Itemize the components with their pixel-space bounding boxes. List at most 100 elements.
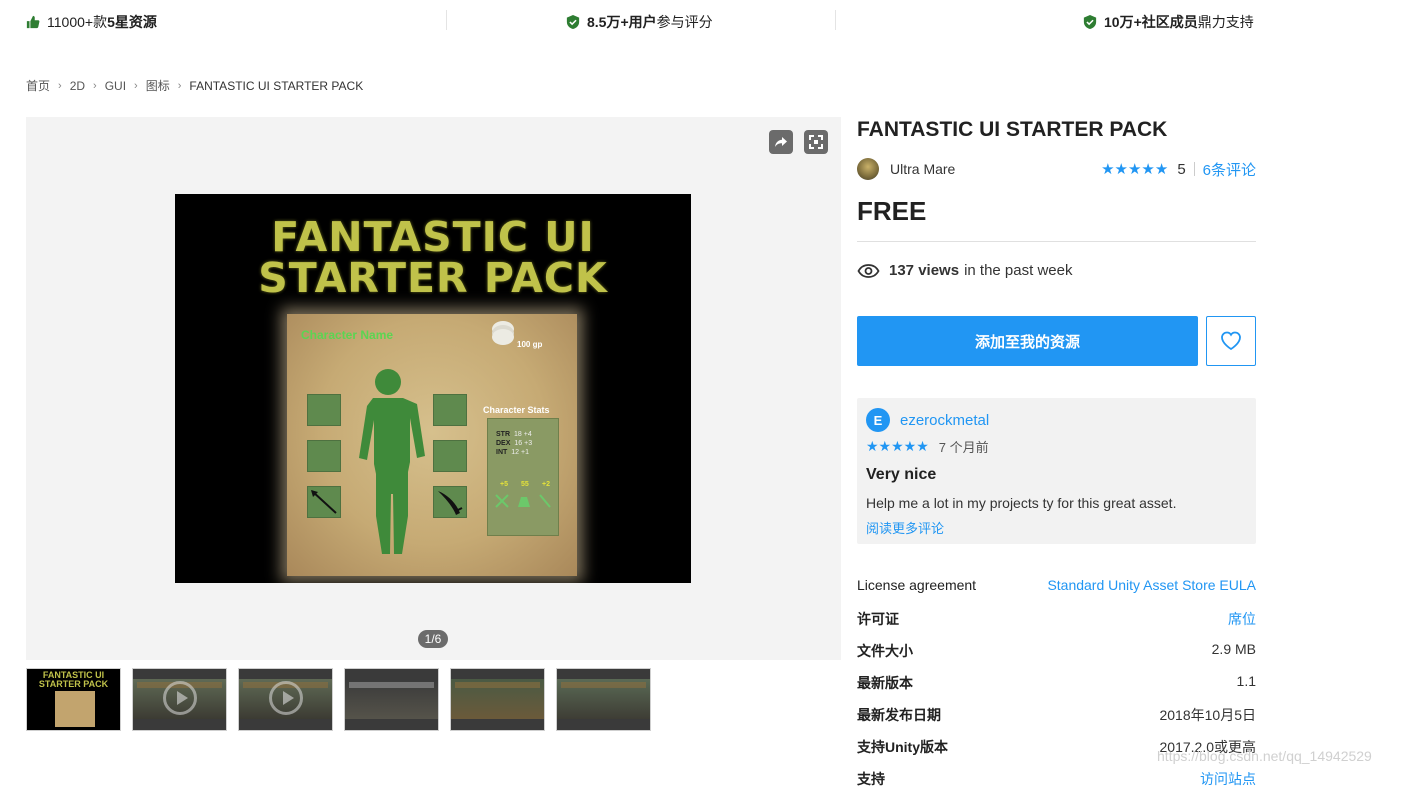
info-row-release-date: 最新发布日期 2018年10月5日 (857, 705, 1256, 737)
trust-post: 参与评分 (656, 14, 713, 30)
info-key: License agreement (857, 577, 977, 593)
thumbnail-6[interactable] (556, 668, 651, 731)
info-key: 文件大小 (857, 643, 913, 659)
product-info-table: License agreement Standard Unity Asset S… (857, 577, 1256, 801)
chevron-right-icon: › (93, 79, 97, 92)
stat-value: 12 +1 (511, 449, 529, 456)
thumbs-up-icon (26, 15, 40, 29)
favorite-button[interactable] (1206, 316, 1256, 366)
reviewer-name[interactable]: ezerockmetal (900, 412, 989, 429)
media-gallery: FANTASTIC UI STARTER PACK Character Name… (26, 117, 841, 660)
share-icon (775, 137, 787, 147)
info-row-license: 许可证 席位 (857, 609, 1256, 641)
views-count: 137 views (889, 262, 960, 279)
stat-row: INT 12 +1 (496, 449, 529, 456)
views-stat: 137 views in the past week (857, 262, 1072, 279)
hero-title-line1: FANTASTIC UI (271, 213, 595, 261)
license-type-link[interactable]: 席位 (1228, 609, 1256, 629)
info-row-latest-version: 最新版本 1.1 (857, 673, 1256, 705)
watermark: https://blog.csdn.net/qq_14942529 (1157, 748, 1372, 764)
stats-title: Character Stats (483, 405, 550, 415)
publisher-name[interactable]: Ultra Mare (890, 161, 955, 177)
info-key: 最新版本 (857, 675, 913, 691)
character-name-label: Character Name (301, 328, 394, 342)
stat-label: DEX (496, 440, 511, 447)
chevron-right-icon: › (134, 79, 138, 92)
fullscreen-icon (809, 135, 823, 149)
stat-label: INT (496, 449, 508, 456)
character-silhouette (359, 369, 425, 554)
thumbnail-2-video[interactable] (132, 668, 227, 731)
price: FREE (857, 196, 927, 226)
fullscreen-button[interactable] (804, 130, 828, 154)
breadcrumb-home[interactable]: 首页 (26, 77, 50, 94)
rating-divider (1193, 162, 1195, 176)
reviewer: E ezerockmetal (866, 408, 989, 432)
sword-icon (438, 491, 463, 515)
main-preview-image[interactable]: FANTASTIC UI STARTER PACK Character Name… (175, 194, 691, 583)
thumbnail-1[interactable]: FANTASTIC UI STARTER PACK (26, 668, 121, 731)
trust-divider (835, 10, 836, 30)
support-link[interactable]: 访问站点 (1200, 769, 1256, 789)
thumbnail-art (55, 691, 95, 727)
breadcrumb-current: FANTASTIC UI STARTER PACK (189, 78, 364, 93)
reviewer-avatar: E (866, 408, 890, 432)
latest-version-value: 1.1 (1236, 673, 1256, 689)
add-to-assets-button[interactable]: 添加至我的资源 (857, 316, 1198, 366)
coins-icon (492, 329, 514, 345)
reviews-link[interactable]: 6条评论 (1203, 159, 1256, 180)
spear-icon (311, 490, 337, 514)
file-size-value: 2.9 MB (1211, 641, 1256, 657)
character-sheet-art: Character Name 100 gp Character Stats ST… (287, 314, 577, 576)
share-button[interactable] (769, 130, 793, 154)
license-agreement-link[interactable]: Standard Unity Asset Store EULA (1047, 577, 1256, 593)
stat-bonus: 55 (521, 481, 529, 488)
shield-check-icon (1083, 15, 1097, 29)
chevron-right-icon: › (58, 79, 62, 92)
trust-bar: 11000+款 5星资源 8.5万+用户 参与评分 10万+社区成员 鼎力支持 (0, 0, 1412, 42)
info-row-file-size: 文件大小 2.9 MB (857, 641, 1256, 673)
thumbnail-scene (451, 679, 544, 719)
thumbnail-title: FANTASTIC UI STARTER PACK (38, 670, 109, 689)
info-key: 许可证 (857, 611, 899, 627)
trust-item-users: 8.5万+用户 参与评分 (566, 12, 713, 32)
stat-value: 18 +4 (514, 431, 532, 438)
trust-divider (446, 10, 447, 30)
trust-pre: 11000+款 (47, 14, 108, 30)
product-title: FANTASTIC UI STARTER PACK (857, 118, 1168, 141)
publisher-avatar[interactable] (857, 158, 879, 180)
views-period: in the past week (964, 262, 1073, 279)
equipment-slot (433, 486, 467, 518)
play-icon (269, 681, 303, 715)
info-key: 支持 (857, 771, 885, 787)
gold-amount: 100 gp (517, 340, 543, 349)
breadcrumb-gui[interactable]: GUI (105, 79, 126, 93)
shield-check-icon (566, 15, 580, 29)
thumbnail-3-video[interactable] (238, 668, 333, 731)
info-row-license-agreement: License agreement Standard Unity Asset S… (857, 577, 1256, 609)
breadcrumb-icons[interactable]: 图标 (146, 77, 170, 94)
breadcrumb-2d[interactable]: 2D (70, 79, 85, 93)
equipment-slot (433, 394, 467, 426)
rating-value: 5 (1177, 160, 1186, 178)
equipment-slot (307, 440, 341, 472)
thumbnail-4[interactable] (344, 668, 439, 731)
divider (857, 241, 1256, 242)
eye-icon (857, 263, 880, 278)
publisher-row: Ultra Mare ★★★★★ 5 6条评论 (857, 157, 1256, 181)
read-more-reviews-link[interactable]: 阅读更多评论 (866, 518, 944, 537)
thumbnail-scene (557, 679, 650, 719)
product-details: FANTASTIC UI STARTER PACK Ultra Mare ★★★… (857, 117, 1256, 787)
stat-bonus: +5 (500, 481, 508, 488)
trust-item-assets: 11000+款 5星资源 (26, 12, 157, 32)
review-card: E ezerockmetal ★★★★★ 7 个月前 Very nice Hel… (857, 398, 1256, 544)
trust-post: 鼎力支持 (1197, 14, 1254, 30)
thumbnail-5[interactable] (450, 668, 545, 731)
stat-value: 16 +3 (514, 440, 533, 447)
thumbnail-scene (345, 679, 438, 719)
trust-item-community: 10万+社区成员 鼎力支持 (1083, 12, 1254, 32)
review-title: Very nice (866, 466, 937, 483)
thumbnail-strip: FANTASTIC UI STARTER PACK (26, 668, 662, 731)
review-meta: ★★★★★ 7 个月前 (866, 437, 989, 456)
image-counter: 1/6 (418, 630, 448, 648)
